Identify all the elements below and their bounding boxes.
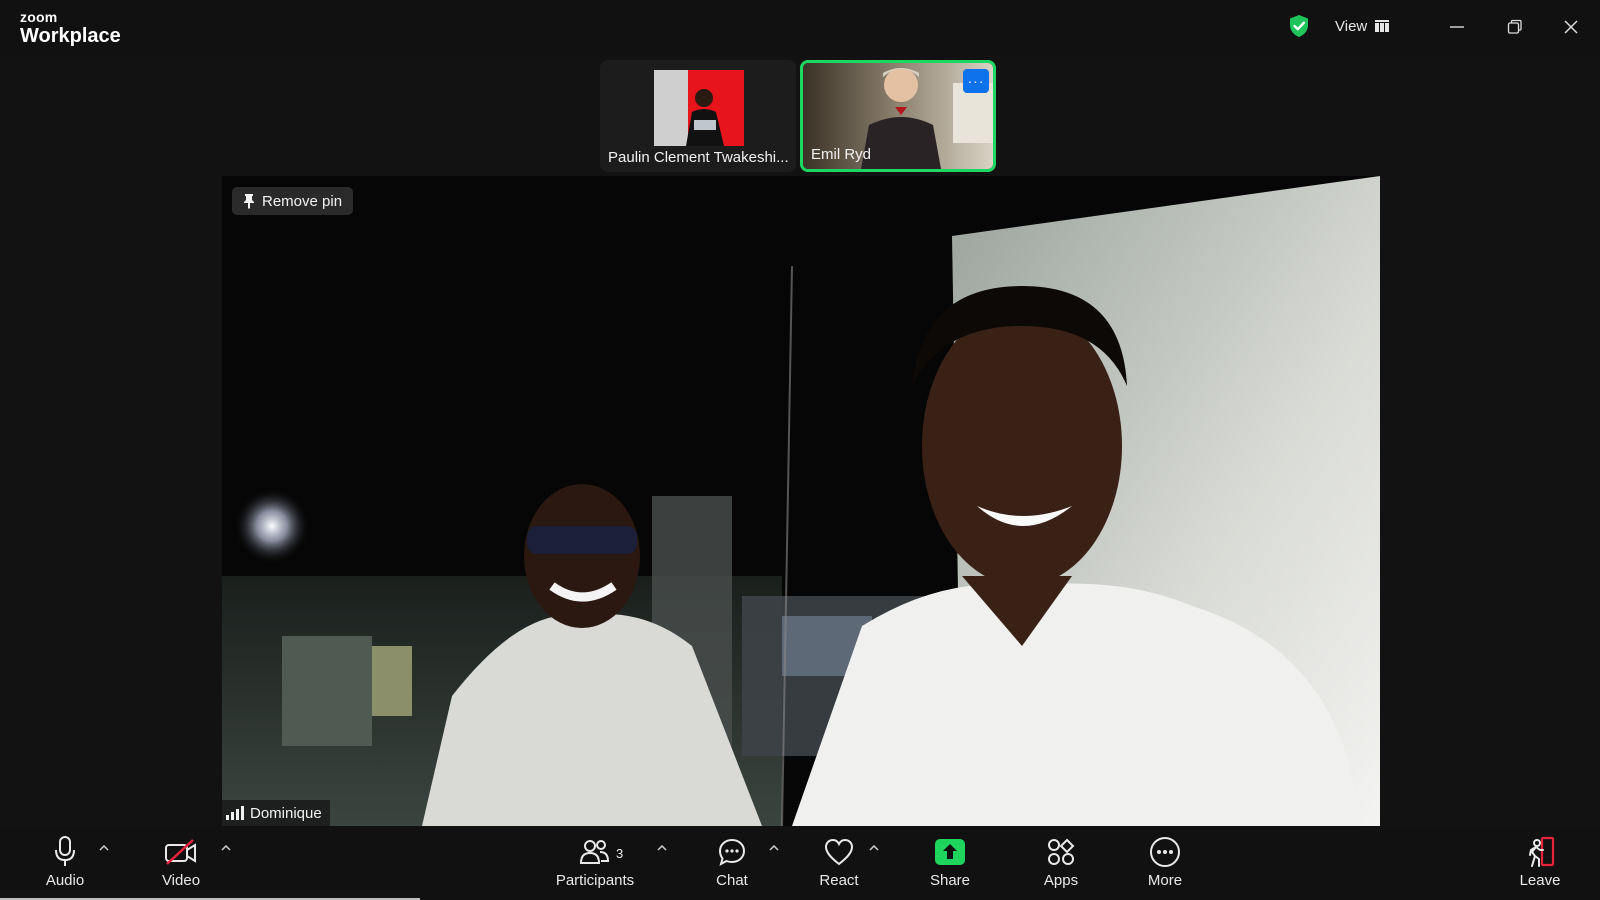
- view-button[interactable]: View: [1335, 14, 1390, 38]
- chevron-up-icon: [99, 845, 109, 851]
- chat-label: Chat: [716, 872, 748, 889]
- remove-pin-button[interactable]: Remove pin: [232, 187, 354, 215]
- connection-signal-icon: [226, 806, 244, 820]
- main-video-dominique[interactable]: Remove pin Dominique: [222, 176, 1380, 826]
- apps-label: Apps: [1043, 872, 1079, 889]
- close-button[interactable]: [1556, 12, 1586, 42]
- logo-zoom-text: zoom: [20, 9, 58, 25]
- more-options-label: ···: [967, 73, 985, 89]
- view-label: View: [1335, 17, 1368, 35]
- more-options-button[interactable]: ···: [963, 69, 989, 93]
- video-button[interactable]: Video: [155, 834, 207, 896]
- speaker-name: Dominique: [250, 804, 322, 822]
- minimize-icon: [1450, 26, 1464, 28]
- leave-button[interactable]: Leave: [1516, 834, 1564, 896]
- audio-options-caret[interactable]: [96, 840, 112, 856]
- microphone-icon: [55, 836, 75, 866]
- share-button[interactable]: Share: [924, 834, 976, 896]
- more-icon: [1150, 837, 1180, 867]
- logo-workplace-text: Workplace: [20, 25, 121, 47]
- restore-icon: [1507, 19, 1522, 34]
- gallery-grid-icon: [1375, 20, 1390, 32]
- chat-options-caret[interactable]: [766, 840, 782, 856]
- react-options-caret[interactable]: [866, 840, 882, 856]
- react-button[interactable]: React: [814, 834, 864, 896]
- minimize-button[interactable]: [1442, 12, 1472, 42]
- audio-label: Audio: [45, 872, 85, 889]
- audio-button[interactable]: Audio: [40, 834, 90, 896]
- speaker-video-feed: [222, 176, 1380, 826]
- heart-icon: [824, 838, 854, 866]
- apps-icon: [1048, 838, 1075, 865]
- chevron-up-icon: [221, 845, 231, 851]
- chevron-up-icon: [769, 845, 779, 851]
- participant-thumbnail-emil[interactable]: ··· Emil Ryd: [800, 60, 996, 172]
- participants-label: Participants: [555, 872, 635, 889]
- remove-pin-label: Remove pin: [262, 192, 343, 210]
- participants-options-caret[interactable]: [654, 840, 670, 856]
- meeting-toolbar: Audio Video Participants 3 Chat React Sh…: [0, 826, 1600, 900]
- chat-icon: [718, 838, 746, 867]
- participant-thumbnail-paulin[interactable]: Paulin Clement Twakeshi...: [600, 60, 796, 172]
- video-off-icon: [165, 839, 196, 865]
- apps-button[interactable]: Apps: [1036, 834, 1086, 896]
- more-label: More: [1147, 872, 1183, 889]
- video-options-caret[interactable]: [218, 840, 234, 856]
- participants-icon: [580, 840, 610, 864]
- participant-name-emil: Emil Ryd: [811, 146, 872, 163]
- participant-name-paulin: Paulin Clement Twakeshi...: [608, 149, 789, 166]
- pin-icon: [244, 194, 254, 209]
- chevron-up-icon: [657, 845, 667, 851]
- more-button[interactable]: More: [1140, 834, 1190, 896]
- leave-label: Leave: [1519, 872, 1561, 889]
- react-label: React: [819, 872, 859, 889]
- participants-button[interactable]: Participants: [552, 834, 638, 896]
- title-bar: zoom Workplace View: [0, 0, 1600, 56]
- leave-meeting-icon: [1529, 836, 1555, 867]
- close-icon: [1564, 20, 1578, 34]
- chat-button[interactable]: Chat: [708, 834, 756, 896]
- share-screen-icon: [935, 839, 965, 865]
- speaker-name-tag: Dominique: [222, 800, 330, 826]
- participants-count: 3: [616, 846, 624, 861]
- zoom-workplace-logo: zoom Workplace: [20, 10, 121, 46]
- video-label: Video: [161, 872, 201, 889]
- restore-button[interactable]: [1500, 12, 1530, 42]
- chevron-up-icon: [869, 845, 879, 851]
- encryption-shield-icon[interactable]: [1288, 14, 1310, 38]
- share-label: Share: [929, 872, 971, 889]
